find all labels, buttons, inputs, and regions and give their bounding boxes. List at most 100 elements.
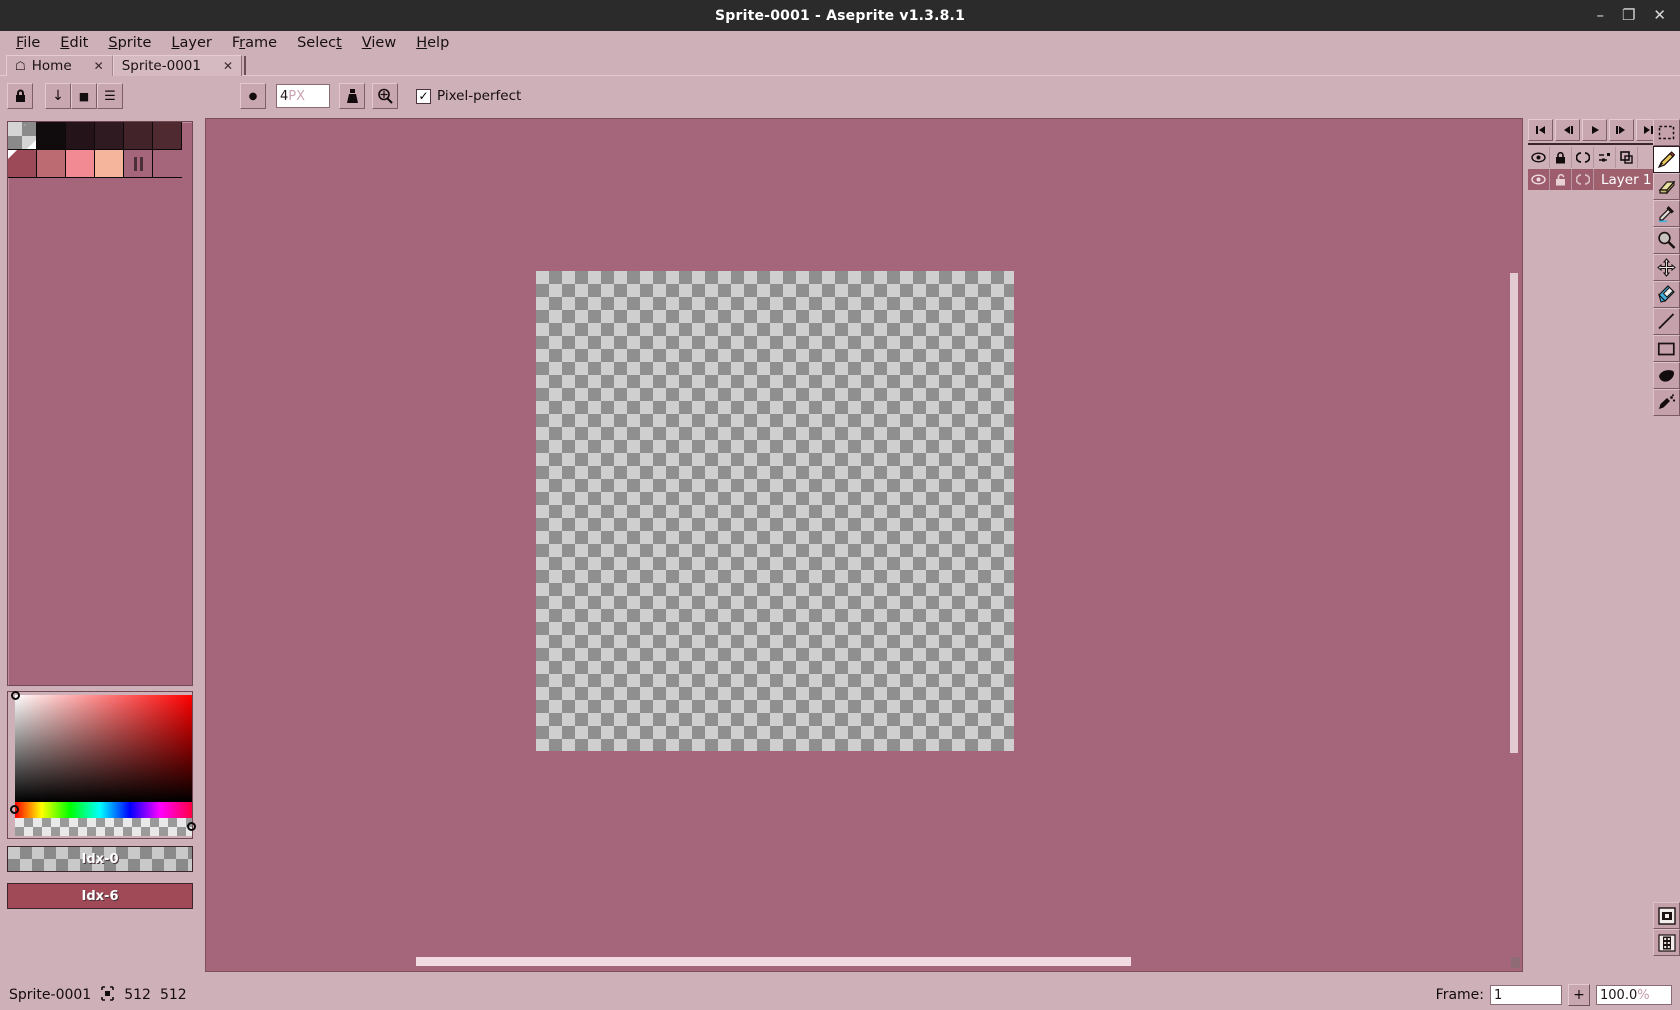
menu-edit[interactable]: Edit bbox=[50, 33, 98, 53]
sv-handle[interactable] bbox=[11, 691, 20, 700]
palette-swatch-3[interactable] bbox=[95, 122, 124, 150]
frame-input[interactable]: 1 bbox=[1490, 985, 1562, 1005]
timeline-button[interactable] bbox=[1653, 929, 1680, 956]
palette-panel[interactable] bbox=[7, 121, 193, 686]
tab-home[interactable]: ☖ Home ✕ bbox=[6, 55, 113, 76]
palette-swatch-2[interactable] bbox=[66, 122, 95, 150]
right-panel: Layer 1 bbox=[1523, 115, 1680, 980]
tabbar-underline bbox=[0, 75, 1680, 76]
statusbar-right: Frame: 1 + 100.0 % bbox=[1436, 984, 1672, 1006]
rectangle-tool[interactable] bbox=[1653, 335, 1680, 362]
down-arrow-icon-button[interactable]: ↓ bbox=[45, 83, 71, 109]
unlock-icon[interactable] bbox=[1550, 169, 1572, 190]
palette-swatch-9[interactable] bbox=[95, 150, 124, 178]
close-button[interactable]: ✕ bbox=[1653, 8, 1666, 23]
tab-sprite-0001-label: Sprite-0001 bbox=[121, 58, 201, 74]
tab-home-close-icon[interactable]: ✕ bbox=[94, 59, 104, 73]
palette-swatch-7[interactable] bbox=[37, 150, 66, 178]
palette-swatch-6[interactable] bbox=[8, 150, 37, 178]
paint-bucket-tool[interactable] bbox=[1653, 362, 1680, 389]
frame-value: 1 bbox=[1494, 987, 1503, 1003]
palette-swatch-11[interactable] bbox=[153, 150, 182, 178]
brush-preview-button[interactable]: ● bbox=[240, 83, 266, 109]
pixel-zoom-icon-button[interactable] bbox=[372, 83, 398, 109]
eye-icon[interactable] bbox=[1528, 147, 1550, 168]
background-color-bar[interactable]: Idx-6 bbox=[7, 883, 193, 909]
menu-sprite[interactable]: Sprite bbox=[98, 33, 161, 53]
palette-grid[interactable] bbox=[8, 122, 192, 178]
eraser-tool[interactable] bbox=[1653, 173, 1680, 200]
alpha-handle[interactable] bbox=[187, 822, 196, 831]
maximize-button[interactable]: ❐ bbox=[1622, 8, 1635, 23]
next-frame-button[interactable] bbox=[1609, 119, 1634, 141]
magic-wand-tool[interactable] bbox=[1653, 281, 1680, 308]
link-icon[interactable] bbox=[1594, 147, 1616, 168]
animation-toolbar bbox=[1528, 119, 1661, 141]
preview-window-button[interactable] bbox=[1653, 902, 1680, 929]
zoom-tool[interactable] bbox=[1653, 227, 1680, 254]
vertical-scrollbar-thumb[interactable] bbox=[1510, 273, 1518, 753]
palette-swatch-8[interactable] bbox=[66, 150, 95, 178]
foreground-color-bar[interactable]: Idx-0 bbox=[7, 846, 193, 872]
menu-select[interactable]: Select bbox=[287, 33, 352, 53]
alpha-slider[interactable] bbox=[15, 818, 196, 836]
menu-layer[interactable]: Layer bbox=[161, 33, 221, 53]
menu-file[interactable]: File bbox=[6, 33, 50, 53]
hue-handle[interactable] bbox=[10, 805, 19, 814]
menu-view[interactable]: View bbox=[352, 33, 406, 53]
move-tool[interactable] bbox=[1653, 254, 1680, 281]
brush-size-value: 4 bbox=[280, 88, 289, 104]
tab-sprite-0001[interactable]: Sprite-0001 ✕ bbox=[112, 55, 243, 76]
window-title: Sprite-0001 - Aseprite v1.3.8.1 bbox=[714, 7, 966, 24]
first-frame-button[interactable] bbox=[1528, 119, 1553, 141]
hamburger-icon-button[interactable]: ☰ bbox=[97, 83, 123, 109]
rectangular-marquee-tool[interactable] bbox=[1653, 119, 1680, 146]
lock-icon[interactable] bbox=[1550, 147, 1572, 168]
tab-home-label: Home bbox=[31, 58, 72, 74]
palette-swatch-5[interactable] bbox=[153, 122, 182, 150]
palette-swatch-10[interactable] bbox=[124, 150, 153, 178]
spray-tool[interactable] bbox=[1653, 389, 1680, 416]
checkmark-icon: ✓ bbox=[418, 89, 429, 103]
zoom-suffix: % bbox=[1637, 987, 1650, 1003]
pixel-perfect-checkbox[interactable]: ✓ bbox=[416, 88, 431, 104]
saturation-value-field[interactable] bbox=[11, 691, 192, 802]
window-controls: – ❐ ✕ bbox=[1596, 0, 1674, 31]
eyedropper-tool[interactable] bbox=[1653, 200, 1680, 227]
line-tool[interactable] bbox=[1653, 308, 1680, 335]
sprite-canvas[interactable] bbox=[536, 271, 1014, 751]
eye-icon[interactable] bbox=[1528, 169, 1550, 190]
brush-size-input[interactable]: 4 PX bbox=[276, 84, 330, 108]
palette-swatch-1[interactable] bbox=[37, 122, 66, 150]
blend-mode-icon[interactable] bbox=[1616, 147, 1638, 168]
tabbar: ☖ Home ✕ Sprite-0001 ✕ bbox=[0, 54, 1680, 76]
palette-swatch-4[interactable] bbox=[124, 122, 153, 150]
menu-help[interactable]: Help bbox=[406, 33, 459, 53]
foreground-color-label: Idx-0 bbox=[81, 851, 119, 867]
status-sprite-name: Sprite-0001 bbox=[9, 987, 92, 1003]
palette-swatch-0[interactable] bbox=[8, 122, 37, 150]
play-button[interactable] bbox=[1582, 119, 1607, 141]
menu-frame[interactable]: Frame bbox=[222, 33, 287, 53]
square-icon-button[interactable]: ■ bbox=[71, 83, 97, 109]
statusbar: Sprite-0001 512 512 Frame: 1 + 100.0 % bbox=[0, 980, 1680, 1010]
canvas-editor[interactable] bbox=[205, 118, 1523, 972]
color-picker-panel[interactable] bbox=[7, 691, 196, 839]
sprite-size-icon bbox=[100, 985, 115, 1005]
background-color-label: Idx-6 bbox=[81, 888, 119, 904]
vertical-scrollbar[interactable] bbox=[1510, 121, 1520, 955]
zoom-input[interactable]: 100.0 % bbox=[1596, 985, 1672, 1005]
timeline-divider bbox=[1528, 143, 1656, 145]
add-frame-button[interactable]: + bbox=[1568, 984, 1590, 1006]
horizontal-scrollbar-thumb[interactable] bbox=[416, 957, 1131, 966]
ink-bottle-icon-button[interactable] bbox=[339, 83, 365, 109]
pencil-tool[interactable] bbox=[1653, 146, 1680, 173]
lock-axis-button[interactable] bbox=[7, 83, 33, 109]
hue-slider[interactable] bbox=[10, 802, 192, 818]
continuous-icon[interactable] bbox=[1572, 169, 1594, 190]
tab-sprite-0001-close-icon[interactable]: ✕ bbox=[223, 59, 233, 73]
continuous-icon[interactable] bbox=[1572, 147, 1594, 168]
minimize-button[interactable]: – bbox=[1596, 8, 1604, 23]
previous-frame-button[interactable] bbox=[1555, 119, 1580, 141]
statusbar-left: Sprite-0001 512 512 bbox=[0, 985, 187, 1005]
